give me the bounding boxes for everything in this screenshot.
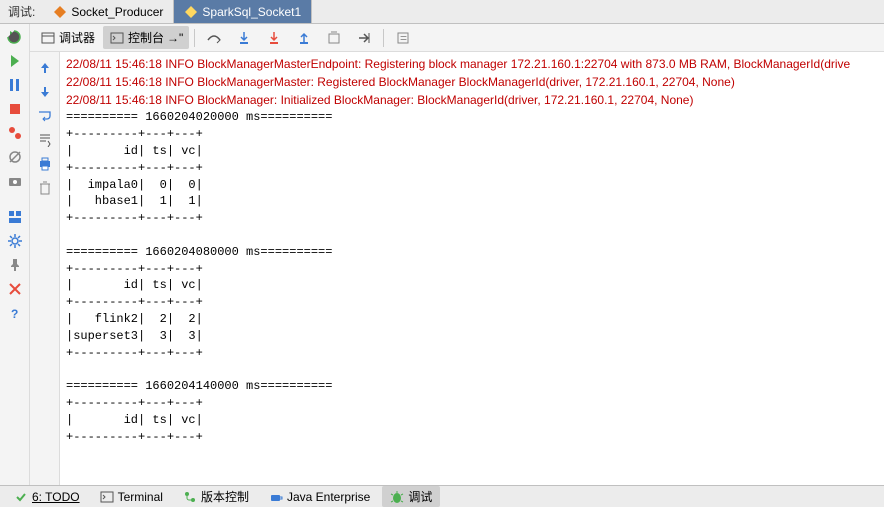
- run-config-tabs: 调试: Socket_Producer SparkSql_Socket1: [0, 0, 884, 24]
- console-tab-button[interactable]: 控制台 →": [103, 26, 189, 49]
- close-icon[interactable]: [6, 280, 24, 298]
- console-icon: [109, 30, 125, 46]
- svg-text:?: ?: [11, 307, 18, 321]
- force-step-into-button[interactable]: [260, 27, 288, 49]
- debug-left-toolbar: ?: [0, 24, 30, 485]
- drop-frame-button[interactable]: [320, 27, 348, 49]
- debugger-icon: [40, 30, 56, 46]
- mute-breakpoints-button[interactable]: [6, 148, 24, 166]
- resume-button[interactable]: [6, 52, 24, 70]
- tab-socket-producer[interactable]: Socket_Producer: [43, 0, 174, 23]
- terminal-button[interactable]: Terminal: [92, 488, 171, 506]
- debugger-tab-button[interactable]: 调试器: [34, 26, 101, 49]
- vcs-icon: [183, 490, 197, 504]
- step-out-button[interactable]: [290, 27, 318, 49]
- java-ee-button[interactable]: Java Enterprise: [261, 488, 378, 506]
- bug-icon: [390, 490, 404, 504]
- todo-button[interactable]: 6: TODO: [6, 488, 88, 506]
- scroll-end-icon[interactable]: [36, 130, 54, 148]
- settings-icon[interactable]: [6, 232, 24, 250]
- spark-icon: [53, 5, 67, 19]
- step-into-button[interactable]: [230, 27, 258, 49]
- debug-button[interactable]: 调试: [382, 486, 440, 507]
- console-output[interactable]: 22/08/11 15:46:18 INFO BlockManagerMaste…: [60, 52, 884, 485]
- tab-sparksql-socket1[interactable]: SparkSql_Socket1: [174, 0, 312, 23]
- camera-icon[interactable]: [6, 172, 24, 190]
- bottom-toolwindow-bar: 6: TODO Terminal 版本控制 Java Enterprise 调试: [0, 485, 884, 507]
- svg-text:=: =: [400, 31, 407, 45]
- step-over-button[interactable]: [200, 27, 228, 49]
- rerun-button[interactable]: [6, 28, 24, 46]
- pin-icon[interactable]: [6, 256, 24, 274]
- console-left-toolbar: [30, 52, 60, 485]
- view-breakpoints-button[interactable]: [6, 124, 24, 142]
- terminal-icon: [100, 490, 114, 504]
- down-icon[interactable]: [36, 82, 54, 100]
- print-icon[interactable]: [36, 154, 54, 172]
- pause-button[interactable]: [6, 76, 24, 94]
- run-to-cursor-button[interactable]: [350, 27, 378, 49]
- up-icon[interactable]: [36, 58, 54, 76]
- evaluate-button[interactable]: =: [389, 27, 417, 49]
- layout-button[interactable]: [6, 208, 24, 226]
- clear-icon[interactable]: [36, 178, 54, 196]
- vcs-button[interactable]: 版本控制: [175, 486, 257, 507]
- check-icon: [14, 490, 28, 504]
- debug-toolbar: 调试器 控制台 →" =: [30, 24, 884, 52]
- stop-button[interactable]: [6, 100, 24, 118]
- debug-label: 调试:: [0, 0, 43, 23]
- soft-wrap-icon[interactable]: [36, 106, 54, 124]
- spark-icon: [184, 5, 198, 19]
- help-icon[interactable]: ?: [6, 304, 24, 322]
- java-icon: [269, 490, 283, 504]
